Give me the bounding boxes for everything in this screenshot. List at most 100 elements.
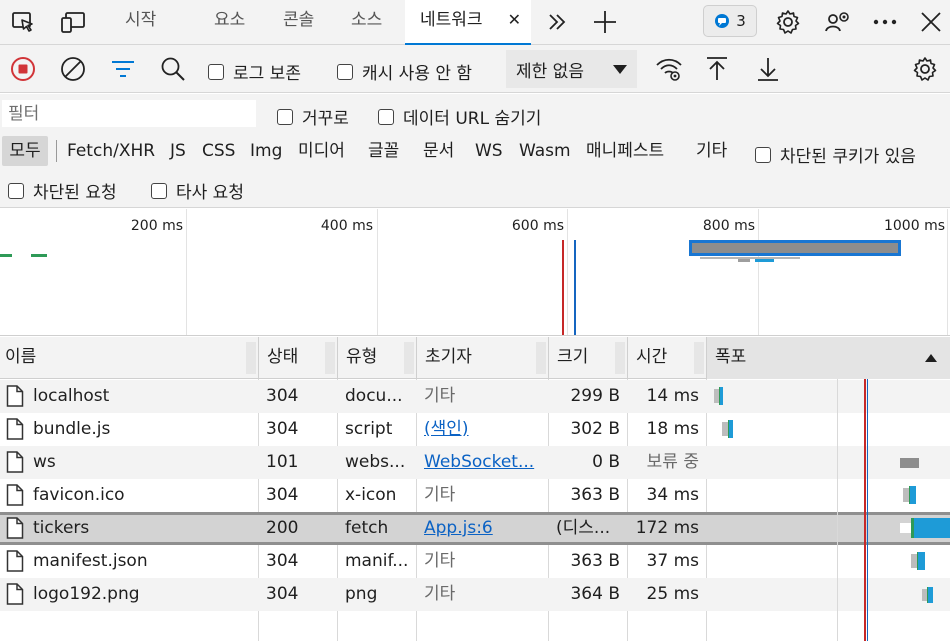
network-settings-gear-icon[interactable]: [910, 54, 940, 84]
network-conditions-icon[interactable]: [654, 54, 684, 84]
type-filter-font[interactable]: 글꼴: [368, 136, 399, 166]
checkbox-box[interactable]: [151, 182, 167, 199]
type-filter-doc[interactable]: 문서: [423, 136, 454, 166]
column-header-name[interactable]: 이름: [0, 337, 36, 379]
table-row[interactable]: bundle.js 304 script (색인) 302 B 18 ms: [0, 413, 950, 446]
hide-data-urls-checkbox[interactable]: 데이터 URL 숨기기: [378, 104, 541, 129]
search-icon[interactable]: [158, 54, 188, 84]
checkbox-box[interactable]: [208, 63, 224, 80]
filter-icon[interactable]: [108, 54, 138, 84]
export-har-icon[interactable]: [753, 54, 783, 84]
request-time: 172 ms: [635, 518, 699, 538]
checkbox-box[interactable]: [378, 108, 394, 125]
record-stop-icon[interactable]: [8, 54, 38, 84]
sort-ascending-icon[interactable]: [925, 354, 937, 362]
table-row[interactable]: logo192.png 304 png 기타 364 B 25 ms: [0, 578, 950, 611]
type-filter-wasm[interactable]: Wasm: [519, 136, 571, 166]
tab-sources[interactable]: 소스: [351, 0, 382, 45]
checkbox-box[interactable]: [277, 108, 293, 125]
column-divider: [416, 337, 417, 379]
request-status: 200: [266, 518, 299, 538]
column-resizer[interactable]: [694, 342, 704, 374]
column-header-type[interactable]: 유형: [341, 337, 377, 379]
tab-network[interactable]: 네트워크 ✕: [405, 0, 531, 45]
request-status: 304: [266, 551, 299, 571]
request-size: 363 B: [570, 485, 620, 505]
document-file-icon: [6, 550, 24, 572]
customize-icon[interactable]: [823, 7, 853, 37]
type-filter-media[interactable]: 미디어: [298, 136, 345, 166]
type-filter-css[interactable]: CSS: [202, 136, 235, 166]
timeline-label: 200 ms: [130, 218, 183, 234]
request-initiator: 기타: [424, 485, 456, 505]
issues-button[interactable]: 3: [703, 5, 757, 37]
request-status: 304: [266, 485, 299, 505]
type-filter-fetch-xhr[interactable]: Fetch/XHR: [67, 136, 155, 166]
table-row[interactable]: ws 101 webs... WebSocket... 0 B 보류 중: [0, 446, 950, 479]
device-emulation-icon[interactable]: [58, 7, 88, 37]
checkbox-box[interactable]: [337, 63, 353, 80]
request-time: 37 ms: [646, 551, 699, 571]
close-devtools-icon[interactable]: [916, 7, 946, 37]
column-divider: [548, 337, 549, 379]
network-overview-timeline[interactable]: 200 ms 400 ms 600 ms 800 ms 1000 ms: [0, 209, 950, 336]
column-header-time[interactable]: 시간: [631, 337, 667, 379]
column-resizer[interactable]: [246, 342, 256, 374]
blocked-cookies-checkbox[interactable]: 차단된 쿠키가 있음: [755, 142, 916, 167]
tab-console[interactable]: 콘솔: [283, 0, 314, 45]
document-file-icon: [6, 517, 24, 539]
column-resizer[interactable]: [404, 342, 414, 374]
table-row[interactable]: manifest.json 304 manif... 기타 363 B 37 m…: [0, 545, 950, 578]
disable-cache-checkbox[interactable]: 캐시 사용 안 함: [337, 59, 472, 84]
column-resizer[interactable]: [325, 342, 335, 374]
type-filter-ws[interactable]: WS: [475, 136, 503, 166]
column-resizer[interactable]: [536, 342, 546, 374]
filter-bar: 거꾸로 데이터 URL 숨기기 모두 Fetch/XHR JS CSS Img …: [0, 94, 950, 208]
column-divider: [258, 337, 259, 379]
more-tabs-icon[interactable]: [542, 7, 572, 37]
column-header-initiator[interactable]: 초기자: [420, 337, 472, 379]
third-party-checkbox[interactable]: 타사 요청: [151, 178, 244, 203]
column-header-status[interactable]: 상태: [262, 337, 298, 379]
add-tab-icon[interactable]: [590, 7, 620, 37]
tab-welcome[interactable]: 시작: [125, 0, 156, 45]
document-file-icon: [6, 583, 24, 605]
settings-gear-icon[interactable]: [773, 7, 803, 37]
request-initiator: 기타: [424, 386, 456, 406]
preserve-log-checkbox[interactable]: 로그 보존: [208, 59, 301, 84]
type-filter-manifest[interactable]: 매니페스트: [586, 136, 664, 166]
checkbox-box[interactable]: [755, 146, 771, 163]
type-filter-other[interactable]: 기타: [696, 136, 727, 166]
table-row-selected[interactable]: tickers 200 fetch App.js:6 (디스... 172 ms: [0, 512, 950, 545]
type-filter-all[interactable]: 모두: [2, 136, 48, 166]
blocked-requests-checkbox[interactable]: 차단된 요청: [8, 178, 117, 203]
table-row[interactable]: localhost 304 docu... 기타 299 B 14 ms: [0, 380, 950, 413]
network-toolbar: 로그 보존 캐시 사용 안 함 제한 없음: [0, 45, 950, 93]
request-name: favicon.ico: [33, 485, 125, 505]
type-filter-img[interactable]: Img: [250, 136, 282, 166]
filter-input[interactable]: [2, 100, 256, 127]
request-initiator-link[interactable]: (색인): [416, 413, 548, 446]
type-filter-js[interactable]: JS: [170, 136, 186, 166]
request-status: 101: [266, 452, 299, 472]
close-tab-icon[interactable]: ✕: [508, 0, 521, 40]
request-initiator-link[interactable]: App.js:6: [416, 515, 548, 542]
timeline-label: 1000 ms: [883, 218, 945, 234]
checkbox-box[interactable]: [8, 182, 24, 199]
column-header-size[interactable]: 크기: [552, 337, 588, 379]
column-resizer[interactable]: [615, 342, 625, 374]
request-initiator-link[interactable]: WebSocket...: [416, 446, 548, 479]
inspect-element-icon[interactable]: [8, 7, 38, 37]
more-options-icon[interactable]: [870, 7, 900, 37]
throttling-select[interactable]: 제한 없음: [506, 50, 637, 88]
request-type: manif...: [345, 551, 409, 571]
timeline-label: 800 ms: [702, 218, 755, 234]
clear-icon[interactable]: [58, 54, 88, 84]
column-header-waterfall[interactable]: 폭포: [710, 337, 746, 379]
overview-request-bar: [0, 254, 12, 257]
request-name: tickers: [33, 518, 90, 538]
invert-checkbox[interactable]: 거꾸로: [277, 104, 349, 129]
import-har-icon[interactable]: [702, 54, 732, 84]
tab-elements[interactable]: 요소: [214, 0, 245, 45]
table-row[interactable]: favicon.ico 304 x-icon 기타 363 B 34 ms: [0, 479, 950, 512]
